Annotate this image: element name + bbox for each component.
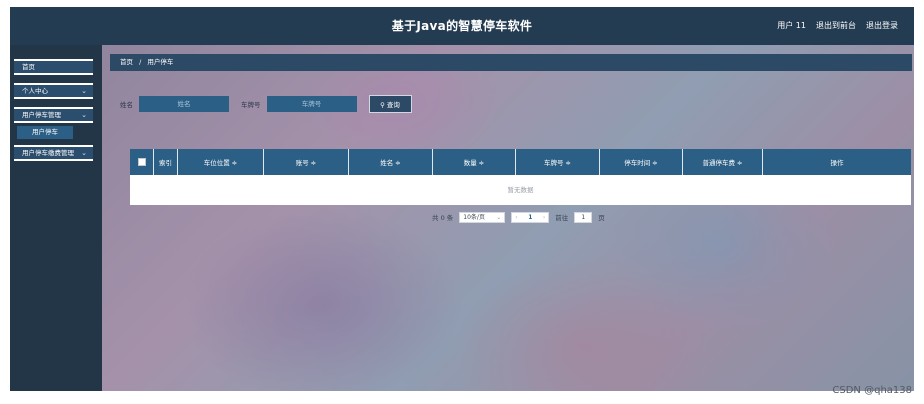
- chevron-down-icon: ⌄: [496, 213, 502, 221]
- page-navigator: ‹ 1 ›: [511, 211, 550, 223]
- page-unit: 页: [598, 214, 605, 222]
- main-content: 首页 / 用户停车 姓名 姓名 车牌号 车牌号 ⚲ 查询 索引 车位位置 ≑ 账…: [102, 45, 914, 391]
- page-size-value: 10条/页: [463, 213, 485, 221]
- column-header[interactable]: 普通停车费 ≑: [683, 149, 763, 175]
- search-icon: ⚲: [380, 101, 385, 109]
- sidebar-item-label: 用户停车缴费管理: [22, 149, 74, 157]
- chevron-down-icon: ⌄: [81, 149, 87, 157]
- sidebar-subitem-user-parking[interactable]: 用户停车: [17, 126, 73, 139]
- sidebar-item-profile[interactable]: 个人中心 ⌄: [14, 83, 93, 99]
- goto-page-input[interactable]: 1: [574, 211, 593, 223]
- column-header[interactable]: 车位位置 ≑: [178, 149, 264, 175]
- breadcrumb-home[interactable]: 首页: [120, 58, 133, 66]
- app-frame: 基于Java的智慧停车软件 用户 11 退出到前台 退出登录 首页 个人中心 ⌄…: [10, 7, 914, 391]
- column-header[interactable]: 车牌号 ≑: [516, 149, 600, 175]
- sidebar-item-label: 个人中心: [22, 87, 48, 95]
- search-button-label: 查询: [386, 101, 400, 109]
- column-header[interactable]: 停车时间 ≑: [600, 149, 683, 175]
- search-bar: 姓名 姓名 车牌号 车牌号 ⚲ 查询: [120, 95, 412, 113]
- breadcrumb-current: 用户停车: [147, 58, 174, 66]
- column-header[interactable]: 姓名 ≑: [349, 149, 433, 175]
- data-table: 索引 车位位置 ≑ 账号 ≑ 姓名 ≑ 数量 ≑ 车牌号 ≑ 停车时间 ≑ 普通…: [130, 149, 911, 205]
- breadcrumb: 首页 / 用户停车: [110, 54, 912, 71]
- plate-label: 车牌号: [241, 101, 261, 109]
- to-frontend-link[interactable]: 退出到前台: [816, 20, 856, 31]
- breadcrumb-separator: /: [139, 58, 142, 66]
- sidebar-item-parking-management[interactable]: 用户停车管理 ⌄: [14, 107, 93, 123]
- column-header[interactable]: 数量 ≑: [433, 149, 516, 175]
- column-header[interactable]: 索引: [154, 149, 178, 175]
- sidebar-item-label: 首页: [22, 63, 35, 71]
- sidebar-item-parking-fee-management[interactable]: 用户停车缴费管理 ⌄: [14, 145, 93, 161]
- plate-search-input[interactable]: 车牌号: [266, 96, 357, 112]
- current-page[interactable]: 1: [528, 214, 532, 221]
- column-header: 操作: [830, 159, 844, 167]
- page-size-select[interactable]: 10条/页 ⌄: [459, 211, 506, 223]
- prev-page-button[interactable]: ‹: [515, 214, 517, 221]
- search-button[interactable]: ⚲ 查询: [368, 95, 412, 113]
- current-user: 用户 11: [777, 21, 806, 30]
- top-header: 基于Java的智慧停车软件 用户 11 退出到前台 退出登录: [10, 7, 914, 45]
- pagination-total: 共 0 条: [432, 214, 454, 222]
- watermark: CSDN @qha138: [832, 385, 912, 396]
- name-label: 姓名: [120, 101, 133, 109]
- table-empty-state: 暂无数据: [130, 175, 911, 205]
- pagination: 共 0 条 10条/页 ⌄ ‹ 1 › 前往 1 页: [432, 211, 605, 223]
- select-all-cell: [130, 149, 154, 175]
- chevron-down-icon: ⌄: [81, 111, 87, 119]
- name-search-input[interactable]: 姓名: [139, 96, 229, 112]
- table-header: 索引 车位位置 ≑ 账号 ≑ 姓名 ≑ 数量 ≑ 车牌号 ≑ 停车时间 ≑ 普通…: [130, 149, 911, 175]
- column-header[interactable]: 账号 ≑: [264, 149, 349, 175]
- sidebar-item-label: 用户停车管理: [22, 111, 61, 119]
- header-actions: 用户 11 退出到前台 退出登录: [777, 20, 898, 31]
- sidebar: 首页 个人中心 ⌄ 用户停车管理 ⌄ 用户停车 用户停车缴费管理 ⌄: [10, 45, 102, 391]
- logout-link[interactable]: 退出登录: [866, 20, 898, 31]
- goto-label: 前往: [555, 214, 569, 222]
- select-all-checkbox[interactable]: [137, 158, 146, 166]
- chevron-down-icon: ⌄: [81, 87, 87, 95]
- sidebar-item-home[interactable]: 首页: [14, 59, 93, 75]
- next-page-button[interactable]: ›: [543, 214, 545, 221]
